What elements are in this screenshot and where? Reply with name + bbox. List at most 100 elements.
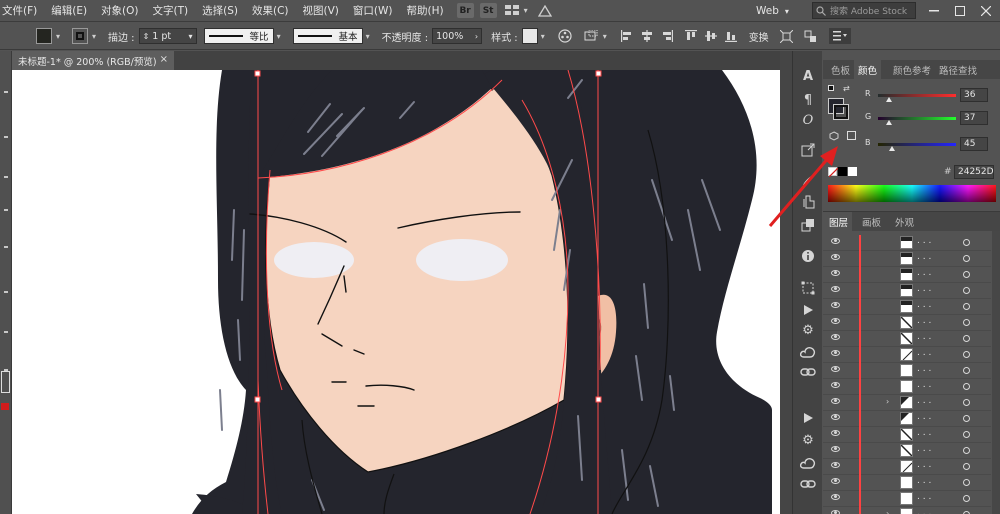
layer-row[interactable]: . . . [823,283,991,299]
layer-row[interactable]: . . . [823,411,991,427]
eye-icon[interactable] [831,366,840,372]
artwork[interactable] [12,70,780,514]
eye-right[interactable] [416,239,508,281]
eye-icon[interactable] [831,334,840,340]
blue-slider-thumb[interactable] [888,146,895,151]
chevron-right-icon[interactable]: › [886,509,889,514]
target-circle-icon[interactable] [963,479,970,486]
eye-icon[interactable] [831,270,840,276]
target-circle-icon[interactable] [963,255,970,262]
align-left-icon[interactable] [619,28,635,44]
layer-name[interactable]: . . . [917,332,931,342]
anchor-point[interactable] [595,396,602,403]
paragraph-panel-icon[interactable]: ¶ [798,91,818,109]
layers-scrollbar[interactable] [992,231,1000,514]
eye-icon[interactable] [831,238,840,244]
links-icon[interactable] [798,363,818,381]
layer-row[interactable]: . . . [823,299,991,315]
info-icon[interactable] [798,247,818,265]
layer-name[interactable]: . . . [917,268,931,278]
target-circle-icon[interactable] [963,287,970,294]
eye-icon[interactable] [831,286,840,292]
target-circle-icon[interactable] [963,303,970,310]
tab-artboards[interactable]: 画板 [858,212,885,231]
layer-name[interactable]: . . . [917,236,931,246]
bridge-button[interactable]: Br [456,3,474,18]
target-circle-icon[interactable] [963,495,970,502]
eye-icon[interactable] [831,462,840,468]
eye-icon[interactable] [831,302,840,308]
chevron-down-icon[interactable]: ▾ [277,32,287,41]
eye-left[interactable] [274,242,354,278]
anchor-point[interactable] [254,70,261,77]
layer-name[interactable]: . . . [917,460,931,470]
gear-icon[interactable]: ⚙ [798,431,818,449]
align-to-icon[interactable] [583,28,599,44]
creative-cloud-icon[interactable] [798,343,818,361]
menu-select[interactable]: 选择(S) [195,3,245,18]
chevron-down-icon[interactable]: ▾ [603,32,613,41]
tab-color[interactable]: 颜色 [854,60,882,79]
target-circle-icon[interactable] [963,383,970,390]
opentype-panel-icon[interactable]: O [798,111,818,129]
green-value-field[interactable]: 37 [960,111,988,125]
menu-object[interactable]: 对象(O) [94,3,145,18]
eye-icon[interactable] [831,350,840,356]
target-circle-icon[interactable] [963,335,970,342]
layer-name[interactable]: . . . [917,284,931,294]
play-action-icon[interactable] [798,301,818,319]
layer-name[interactable]: . . . [917,252,931,262]
target-circle-icon[interactable] [963,367,970,374]
chevron-down-icon[interactable]: ▾ [366,32,376,41]
tab-pathfinder[interactable]: 路径查找 [935,60,981,79]
select-similar-icon[interactable] [803,28,819,44]
eye-icon[interactable] [831,398,840,404]
artboard-canvas[interactable] [12,70,780,514]
target-circle-icon[interactable] [963,351,970,358]
layer-row[interactable]: . . . [823,235,991,251]
layer-row[interactable]: . . . [823,427,991,443]
close-icon[interactable]: × [160,54,168,65]
menu-effect[interactable]: 效果(C) [245,3,296,18]
eye-icon[interactable] [831,510,840,514]
layer-name[interactable]: . . . [917,492,931,502]
layer-row[interactable]: . . . [823,363,991,379]
layer-name[interactable]: . . . [917,396,931,406]
gear-icon[interactable]: ⚙ [798,321,818,339]
layer-row[interactable]: . . . [823,315,991,331]
target-circle-icon[interactable] [963,271,970,278]
tab-color-guide[interactable]: 颜色参考 [889,60,935,79]
hex-value-field[interactable]: 24252D [954,165,994,179]
menu-help[interactable]: 帮助(H) [400,3,451,18]
chevron-down-icon[interactable]: ▾ [189,32,193,41]
layer-row[interactable]: › . . . [823,395,991,411]
opacity-field[interactable]: 100% › [432,28,483,44]
target-circle-icon[interactable] [963,399,970,406]
blue-value-field[interactable]: 45 [960,137,988,151]
green-slider-thumb[interactable] [886,120,893,125]
stepper-icon[interactable]: ⇕ [143,32,150,41]
canvas-vertical-scrollbar[interactable] [780,51,792,514]
menu-file[interactable]: 文件(F) [0,3,44,18]
tab-appearance[interactable]: 外观 [891,212,918,231]
target-circle-icon[interactable] [963,431,970,438]
eye-icon[interactable] [831,446,840,452]
layer-row[interactable]: . . . [823,443,991,459]
close-window-button[interactable] [972,0,1000,22]
character-panel-icon[interactable]: A [798,67,818,85]
chevron-right-icon[interactable]: › [475,32,478,41]
layer-name[interactable]: . . . [917,348,931,358]
tab-layers[interactable]: 图层 [823,212,853,231]
layer-row[interactable]: . . . [823,331,991,347]
layer-name[interactable]: . . . [917,476,931,486]
eye-icon[interactable] [831,494,840,500]
layer-row[interactable]: . . . [823,379,991,395]
stock-search-input[interactable]: 搜索 Adobe Stock [812,2,916,19]
menu-view[interactable]: 视图(V) [296,3,346,18]
align-center-icon[interactable] [639,28,655,44]
transform-button[interactable]: 变换 [749,29,769,44]
fill-color-swatch[interactable] [36,28,52,44]
red-value-field[interactable]: 36 [960,88,988,102]
chevron-down-icon[interactable]: ▾ [522,3,530,18]
brush-definition[interactable]: 基本 [292,28,363,44]
